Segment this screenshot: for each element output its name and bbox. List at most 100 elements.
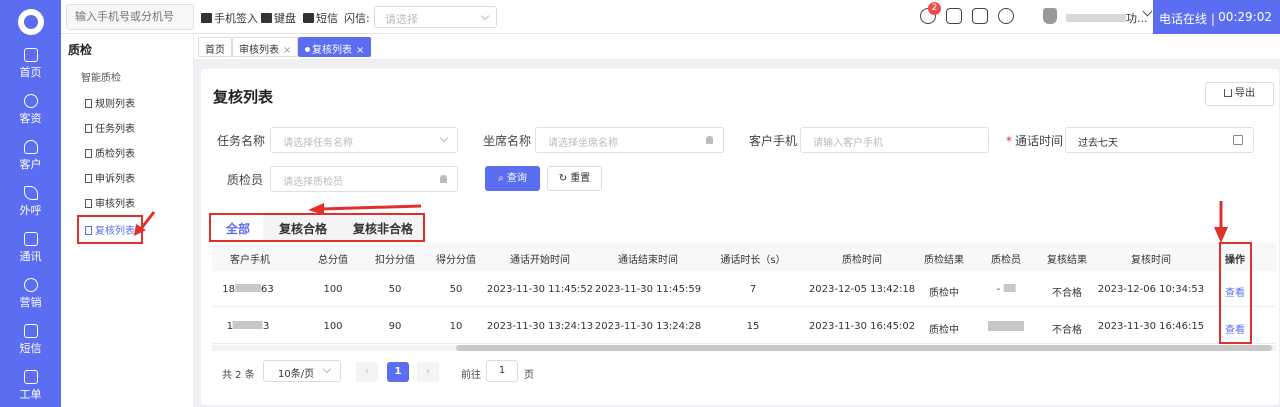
annotation-arrow (308, 203, 422, 215)
top-bar: 手机签入 键盘 短信 闪信: 请选择 2 功... 电话在线 | 00:29:0… (61, 0, 1280, 34)
chat-icon[interactable] (998, 8, 1014, 24)
column-header: 质检结果 (924, 255, 964, 266)
cell-phone: 13 (227, 321, 269, 332)
call-time-picker[interactable]: 过去七天 (1065, 127, 1254, 153)
agent-name-select[interactable]: 请选择坐席名称 (535, 127, 724, 153)
goto-page-input[interactable]: 1 (486, 360, 518, 382)
cell-score: 50 (449, 284, 463, 295)
subnav-item-rules[interactable]: 规则列表 (85, 95, 135, 110)
sms-label: 短信 (316, 12, 338, 25)
total-count: 共 2 条 (222, 370, 255, 381)
customer-phone-input[interactable]: 请输入客户手机 (800, 127, 989, 153)
page-suffix: 页 (524, 370, 534, 381)
subnav-item-appeals[interactable]: 申诉列表 (85, 170, 135, 185)
table-row: 18 63 100 50 50 2023-11-30 11:45:52 2023-… (212, 271, 1276, 307)
subnav-title: 质检 (68, 43, 93, 57)
reset-button[interactable]: ↻ 重置 (547, 166, 602, 191)
flash-placeholder: 请选择 (385, 13, 418, 26)
close-icon[interactable]: × (356, 45, 364, 56)
rail-item-contacts[interactable]: 通讯 (0, 232, 61, 264)
export-label: 导出 (1235, 88, 1255, 99)
tab-audit-list[interactable]: 审核列表 × (232, 37, 299, 57)
sms-button[interactable]: 短信 (303, 10, 338, 26)
task-name-select[interactable]: 请选择任务名称 (270, 127, 458, 153)
phone-suffix: 63 (261, 284, 274, 295)
keypad-button[interactable]: 键盘 (261, 10, 296, 26)
export-button[interactable]: 导出 (1205, 82, 1274, 106)
customer-phone-placeholder: 请输入客户手机 (813, 138, 883, 149)
user-avatar[interactable] (1043, 8, 1057, 24)
rail-item-marketing[interactable]: 营销 (0, 278, 61, 310)
rail-item-ticket[interactable]: 工单 (0, 370, 61, 402)
cell-start-time: 2023-11-30 11:45:52 (486, 284, 594, 295)
tab-review-list[interactable]: 复核列表 × (298, 37, 372, 57)
rail-item-label: 通讯 (19, 250, 42, 263)
redacted-name (1003, 284, 1016, 292)
subnav-item-audit[interactable]: 审核列表 (85, 195, 135, 210)
horizontal-scrollbar[interactable] (212, 345, 1276, 351)
tab-label: 审核列表 (239, 45, 279, 56)
chevron-down-icon (480, 11, 490, 21)
phone-search-input[interactable] (66, 4, 194, 30)
rail-item-outbound[interactable]: 外呼 (0, 186, 61, 218)
inspector-select[interactable]: 请选择质检员 (270, 166, 458, 192)
rail-item-sms[interactable]: 短信 (0, 324, 61, 356)
cell-end-time: 2023-11-30 11:45:59 (594, 284, 702, 295)
marketing-icon (23, 278, 38, 292)
active-dot-icon (305, 47, 310, 52)
subnav-item-qc[interactable]: 质检列表 (85, 145, 135, 160)
rail-item-leads[interactable]: 客资 (0, 94, 61, 126)
tab-home[interactable]: 首页 (198, 37, 232, 57)
subnav-item-label: 任务列表 (95, 124, 135, 135)
subnav-item-tasks[interactable]: 任务列表 (85, 120, 135, 135)
document-icon (85, 124, 92, 133)
query-button[interactable]: ⌕ 查询 (485, 166, 540, 191)
annotation-box (1219, 242, 1252, 344)
column-header: 通话结束时间 (618, 255, 678, 266)
flash-select[interactable]: 请选择 (374, 6, 497, 28)
required-mark: * (1006, 134, 1012, 148)
next-page-button[interactable]: › (417, 362, 439, 382)
document-icon (85, 174, 92, 183)
column-header: 客户手机 (230, 255, 270, 266)
page-1-button[interactable]: 1 (387, 362, 409, 382)
left-rail: 首页 客资 客户 外呼 通讯 营销 短信 工单 (0, 0, 61, 407)
scrollbar-thumb[interactable] (456, 345, 1272, 351)
goto-label: 前往 (461, 370, 481, 381)
task-name-placeholder: 请选择任务名称 (283, 138, 353, 149)
phone-status-button[interactable]: 电话在线 | 00:29:02 (1153, 0, 1280, 34)
search-icon: ⌕ (498, 173, 507, 184)
inspector-placeholder: 请选择质检员 (283, 177, 343, 188)
subnav-item-label: 规则列表 (95, 99, 135, 110)
column-header: 得分分值 (436, 255, 476, 266)
call-time-value: 过去七天 (1078, 138, 1118, 149)
rail-item-customer[interactable]: 客户 (0, 140, 61, 172)
flash-label: 闪信: (344, 12, 370, 25)
user-name[interactable]: 功... (1066, 10, 1148, 26)
sign-in-label: 手机签入 (214, 12, 258, 25)
inspector-text: - (996, 284, 1001, 295)
cell-qc-time: 2023-12-05 13:42:18 (808, 284, 916, 295)
column-header: 通话时长（s） (720, 255, 786, 266)
cell-qc-time: 2023-11-30 16:45:02 (808, 321, 916, 332)
rail-item-home[interactable]: 首页 (0, 48, 61, 80)
column-header: 复核时间 (1131, 255, 1171, 266)
chevron-down-icon (439, 133, 449, 143)
sign-in-button[interactable]: 手机签入 (201, 10, 258, 26)
cell-review-time: 2023-12-06 10:34:53 (1097, 284, 1205, 295)
close-icon[interactable]: × (283, 45, 291, 56)
redacted-name (988, 321, 1024, 331)
home-icon (23, 48, 38, 62)
chevron-down-icon (322, 364, 332, 374)
column-header: 复核结果 (1047, 255, 1087, 266)
call-time-label-text: 通话时间 (1015, 134, 1064, 148)
cell-score: 10 (449, 321, 463, 332)
book-icon[interactable] (972, 8, 988, 24)
task-name-label: 任务名称 (217, 134, 266, 148)
column-header: 通话开始时间 (510, 255, 570, 266)
table-row: 13 100 90 10 2023-11-30 13:24:13 2023-11… (212, 308, 1276, 344)
page-size-select[interactable]: 10条/页 (263, 360, 341, 382)
monitor-icon[interactable] (946, 8, 962, 24)
keypad-label: 键盘 (274, 12, 296, 25)
prev-page-button[interactable]: ‹ (356, 362, 378, 382)
